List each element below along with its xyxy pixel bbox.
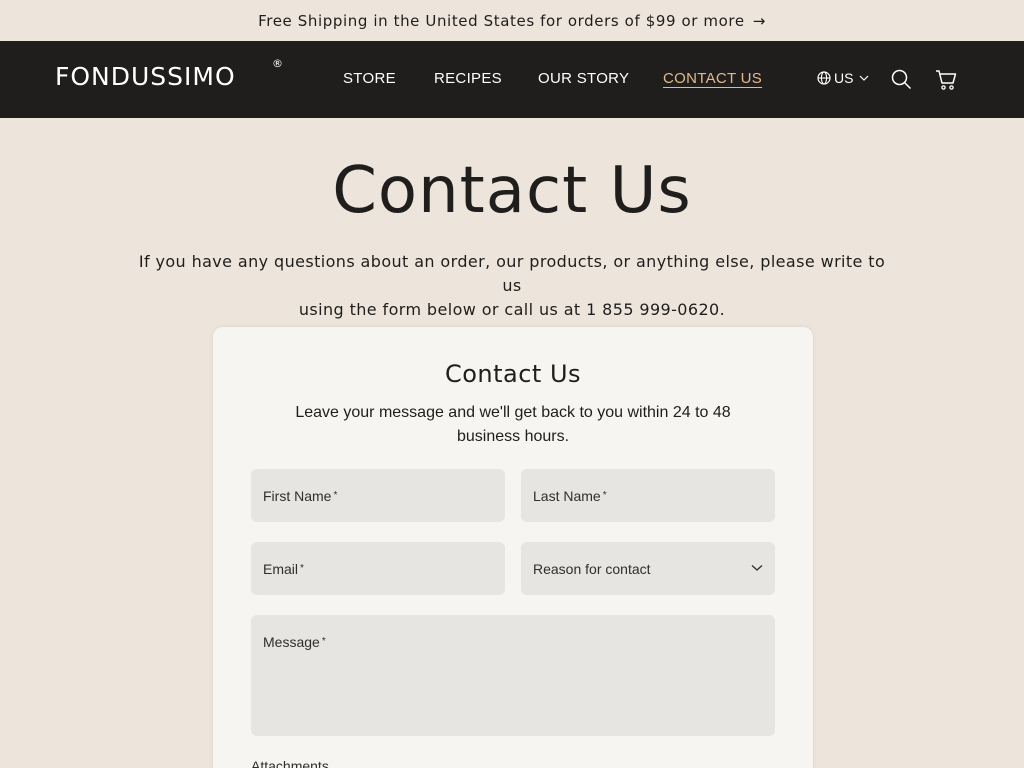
intro-line-1: If you have any questions about an order… — [138, 252, 886, 295]
attachments-label: Attachments — [251, 758, 329, 768]
chevron-down-icon — [860, 75, 869, 81]
chevron-down-icon — [751, 565, 763, 571]
contact-form-card: Contact Us Leave your message and we'll … — [213, 327, 813, 768]
message-textarea[interactable]: Message * — [251, 615, 775, 736]
announcement-bar[interactable]: Free Shipping in the United States for o… — [0, 0, 1024, 41]
nav-contact-us[interactable]: CONTACT US — [663, 70, 762, 87]
logo[interactable]: FONDUSSIMO — [55, 62, 236, 91]
globe-icon — [817, 71, 831, 85]
arrow-right-icon: → — [752, 11, 766, 30]
nav-our-story[interactable]: OUR STORY — [538, 70, 629, 87]
email-label: Email * — [263, 561, 304, 577]
first-name-field[interactable]: First Name * — [251, 469, 505, 522]
first-name-label: First Name * — [263, 488, 338, 504]
nav-recipes[interactable]: RECIPES — [434, 70, 502, 87]
form-subtitle: Leave your message and we'll get back to… — [295, 404, 731, 445]
message-label: Message * — [263, 634, 326, 650]
announcement-text: Free Shipping in the United States for o… — [258, 11, 745, 30]
last-name-label: Last Name * — [533, 488, 607, 504]
locale-selector[interactable]: US — [817, 70, 872, 86]
locale-label: US — [834, 70, 854, 86]
registered-mark: ® — [272, 57, 283, 70]
search-icon[interactable] — [891, 69, 912, 90]
page-title: Contact Us — [332, 154, 692, 228]
site-header: FONDUSSIMO ® STORE RECIPES OUR STORY CON… — [0, 41, 1024, 118]
email-field[interactable]: Email * — [251, 542, 505, 595]
last-name-field[interactable]: Last Name * — [521, 469, 775, 522]
reason-label: Reason for contact — [533, 561, 651, 577]
form-title: Contact Us — [444, 360, 582, 388]
intro-text: If you have any questions about an order… — [130, 250, 894, 322]
intro-line-2: using the form below or call us at 1 855… — [298, 300, 726, 319]
cart-icon[interactable] — [935, 69, 957, 91]
nav-store[interactable]: STORE — [343, 70, 396, 87]
reason-select[interactable]: Reason for contact — [521, 542, 775, 595]
